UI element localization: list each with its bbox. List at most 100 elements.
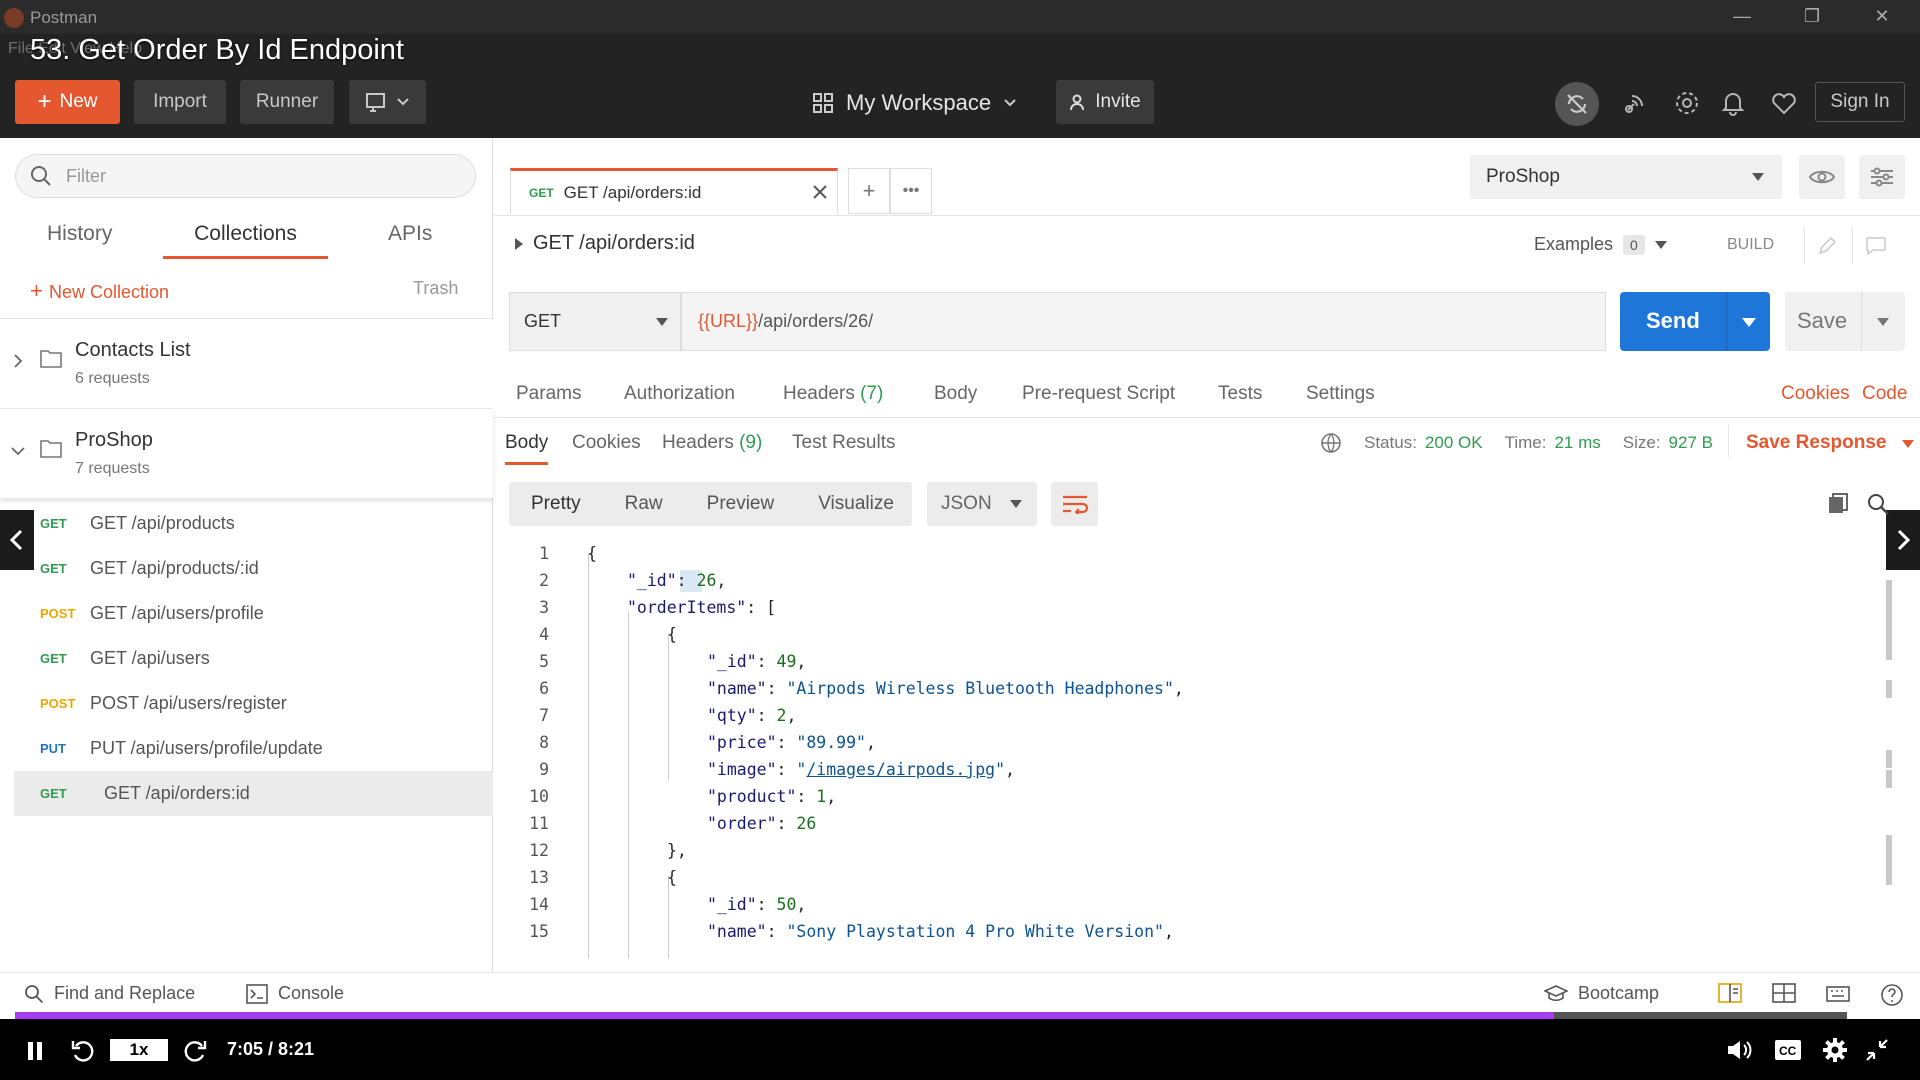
code-line: "order": 26 xyxy=(707,814,817,833)
code-link[interactable]: Code xyxy=(1862,383,1907,405)
request-item[interactable]: GET GET /api/products xyxy=(0,501,493,546)
video-progress-bar[interactable] xyxy=(15,1012,1847,1019)
edit-button[interactable] xyxy=(1804,228,1848,264)
comments-button[interactable] xyxy=(1852,228,1898,264)
size-label: Size: xyxy=(1622,433,1661,452)
notification-bell-icon[interactable] xyxy=(1718,88,1748,118)
cookies-link[interactable]: Cookies xyxy=(1781,383,1850,405)
tab-body[interactable]: Body xyxy=(934,383,977,405)
save-button[interactable]: Save xyxy=(1785,292,1905,351)
folder-icon xyxy=(40,350,62,368)
response-tab-cookies[interactable]: Cookies xyxy=(572,432,641,454)
send-button[interactable]: Send xyxy=(1620,292,1770,351)
invite-button[interactable]: Invite xyxy=(1056,80,1154,124)
console-button[interactable]: Console xyxy=(246,983,344,1004)
tab-history[interactable]: History xyxy=(47,222,112,246)
settings-gear-icon[interactable] xyxy=(1672,88,1702,118)
find-and-replace-button[interactable]: Find and Replace xyxy=(24,983,195,1004)
code-scrollbar[interactable] xyxy=(1882,560,1896,960)
collection-proshop[interactable]: ProShop 7 requests xyxy=(0,408,493,498)
satellite-icon[interactable] xyxy=(1620,88,1650,118)
more-tabs-button[interactable]: ••• xyxy=(890,168,932,214)
method-select[interactable]: GET xyxy=(509,292,681,351)
request-tab[interactable]: GET GET /api/orders:id xyxy=(510,168,838,214)
request-item[interactable]: GET GET /api/users xyxy=(0,636,493,681)
new-window-icon xyxy=(365,93,385,112)
volume-icon[interactable] xyxy=(1726,1039,1754,1061)
tab-pre-request-script[interactable]: Pre-request Script xyxy=(1022,383,1175,405)
help-icon[interactable] xyxy=(1880,983,1904,1007)
wrap-lines-button[interactable] xyxy=(1051,482,1098,526)
examples-dropdown[interactable]: Examples 0 xyxy=(1534,234,1667,255)
minimize-icon[interactable]: — xyxy=(1730,6,1754,28)
sync-off-button[interactable] xyxy=(1555,82,1599,126)
url-input[interactable]: {{URL}}/api/orders/26/ xyxy=(681,292,1606,351)
find-replace-label: Find and Replace xyxy=(54,983,196,1003)
request-title-row[interactable]: GET /api/orders:id xyxy=(515,232,695,255)
settings-gear-icon[interactable] xyxy=(1822,1037,1848,1063)
tab-headers[interactable]: Headers (7) xyxy=(783,383,883,405)
add-tab-button[interactable]: + xyxy=(848,168,890,214)
search-icon[interactable] xyxy=(1866,492,1890,516)
request-item[interactable]: POST GET /api/users/profile xyxy=(0,591,493,636)
format-select[interactable]: JSON xyxy=(927,482,1037,526)
tab-apis[interactable]: APIs xyxy=(388,222,432,246)
view-preview[interactable]: Preview xyxy=(685,493,797,515)
save-response-dropdown[interactable]: Save Response xyxy=(1746,432,1914,454)
tab-tests[interactable]: Tests xyxy=(1218,383,1262,405)
globe-icon[interactable] xyxy=(1320,432,1342,454)
runner-button[interactable]: Runner xyxy=(240,80,334,124)
rewind-icon[interactable] xyxy=(70,1038,96,1064)
layout-icon[interactable] xyxy=(1772,983,1796,1003)
code-line: "image": "/images/airpods.jpg", xyxy=(707,760,1015,779)
environment-selector[interactable]: ProShop xyxy=(1470,155,1782,199)
tab-authorization[interactable]: Authorization xyxy=(624,383,735,405)
view-pretty[interactable]: Pretty xyxy=(509,493,603,515)
bootcamp-button[interactable]: Bootcamp xyxy=(1544,983,1659,1004)
two-pane-view-icon[interactable] xyxy=(1718,983,1742,1003)
new-collection-button[interactable]: + New Collection xyxy=(30,278,169,304)
response-body-code[interactable]: 1 { 2 "_id": 26, 3 "orderItems": [ 4 { 5… xyxy=(509,542,1879,958)
close-icon[interactable] xyxy=(811,183,829,201)
filter-input[interactable]: Filter xyxy=(15,154,476,198)
forward-icon[interactable] xyxy=(182,1038,208,1064)
response-tab-body[interactable]: Body xyxy=(505,432,549,465)
close-window-icon[interactable]: ✕ xyxy=(1870,6,1894,28)
response-tab-test-results[interactable]: Test Results xyxy=(792,432,895,454)
caret-down-icon xyxy=(656,317,668,326)
sign-in-button[interactable]: Sign In xyxy=(1815,82,1905,122)
url-path: /api/orders/26/ xyxy=(758,311,874,331)
pause-icon[interactable] xyxy=(26,1041,44,1061)
request-item[interactable]: GET GET /api/products/:id xyxy=(0,546,493,591)
tab-settings[interactable]: Settings xyxy=(1306,383,1375,405)
trash-link[interactable]: Trash xyxy=(413,278,458,299)
request-item[interactable]: PUT PUT /api/users/profile/update xyxy=(0,726,493,771)
import-button[interactable]: Import xyxy=(134,80,226,124)
previous-lecture-button[interactable] xyxy=(0,510,34,570)
view-raw[interactable]: Raw xyxy=(603,493,685,515)
chevron-down-icon xyxy=(11,447,25,456)
request-item[interactable]: POST POST /api/users/register xyxy=(0,681,493,726)
heart-icon[interactable] xyxy=(1769,88,1799,118)
keyboard-shortcuts-icon[interactable] xyxy=(1826,983,1850,1003)
caret-down-icon[interactable] xyxy=(1877,318,1889,326)
view-visualize[interactable]: Visualize xyxy=(796,493,916,515)
exit-fullscreen-icon[interactable] xyxy=(1864,1037,1890,1063)
playback-speed-button[interactable]: 1x xyxy=(110,1039,168,1061)
new-window-button[interactable] xyxy=(349,80,426,124)
captions-icon[interactable]: CC xyxy=(1774,1038,1802,1062)
response-tab-headers[interactable]: Headers (9) xyxy=(662,432,762,454)
environment-quick-look-button[interactable] xyxy=(1799,155,1845,199)
collection-contacts-list[interactable]: Contacts List 6 requests xyxy=(0,318,493,408)
manage-environments-button[interactable] xyxy=(1859,155,1905,199)
maximize-icon[interactable]: ❐ xyxy=(1800,6,1824,28)
tab-params[interactable]: Params xyxy=(516,383,581,405)
tab-collections[interactable]: Collections xyxy=(163,222,328,259)
caret-down-icon[interactable] xyxy=(1742,318,1756,327)
copy-icon[interactable] xyxy=(1826,492,1850,516)
workspace-selector[interactable]: My Workspace xyxy=(812,88,1017,118)
request-item-selected[interactable]: GET GET /api/orders:id xyxy=(14,771,493,816)
build-label[interactable]: BUILD xyxy=(1727,236,1774,254)
new-button[interactable]: + New xyxy=(15,80,120,124)
sliders-icon xyxy=(1871,167,1893,187)
